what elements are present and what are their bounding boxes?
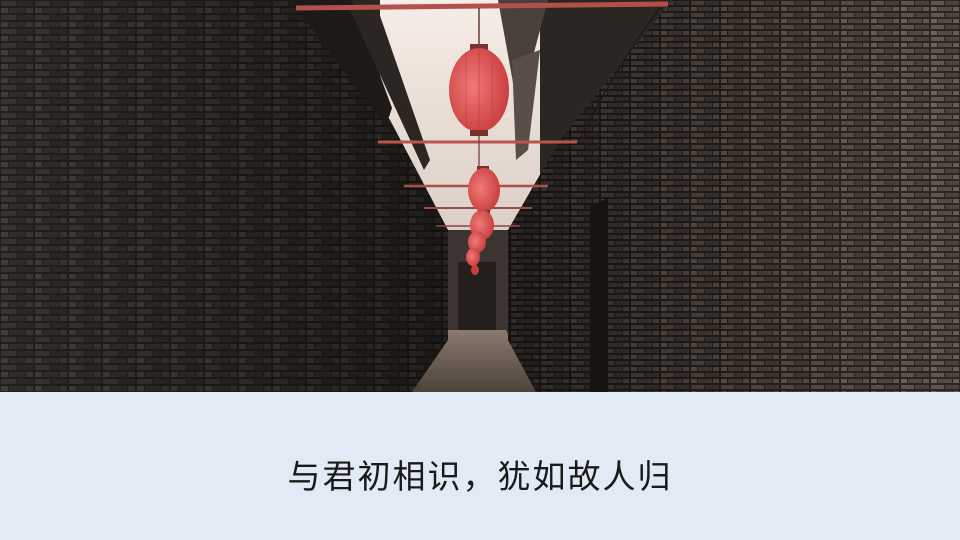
alley-photo	[0, 0, 960, 392]
doorway	[590, 198, 608, 392]
caption-text: 与君初相识，犹如故人归	[287, 457, 673, 496]
slide: 与君初相识，犹如故人归	[0, 0, 960, 540]
